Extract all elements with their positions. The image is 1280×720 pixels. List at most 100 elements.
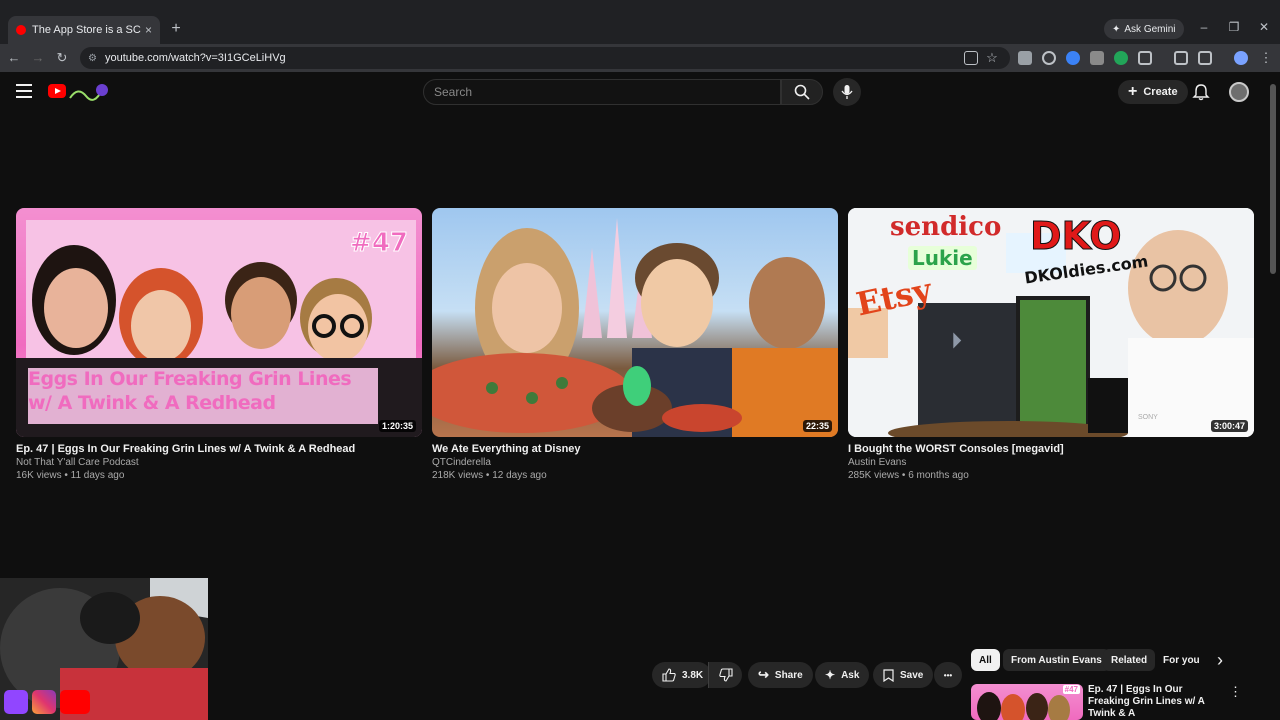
channel-name[interactable]: Not That Y'all Care Podcast bbox=[16, 456, 422, 469]
notifications-bell-icon[interactable] bbox=[1192, 83, 1210, 101]
page-scrollbar[interactable] bbox=[1270, 84, 1276, 274]
search-input[interactable]: Search bbox=[423, 79, 781, 105]
account-avatar[interactable] bbox=[1229, 82, 1249, 102]
reading-list-icon[interactable] bbox=[1174, 51, 1188, 65]
video-metadata: 16K views • 11 days ago bbox=[16, 470, 125, 481]
side-panel-icon[interactable] bbox=[1198, 51, 1212, 65]
like-button[interactable]: 3.8K bbox=[652, 662, 712, 688]
video-card[interactable]: 22:35 We Ate Everything at Disney QTCind… bbox=[432, 208, 838, 482]
thumb-word-lukie: Lukie bbox=[908, 246, 977, 270]
recommended-video-title[interactable]: Ep. 47 | Eggs In Our Freaking Grin Lines… bbox=[1088, 684, 1218, 720]
create-button[interactable]: + Create bbox=[1118, 80, 1188, 104]
video-thumbnail[interactable]: sendico DKO Lukie Etsy DKOldies.com SONY… bbox=[848, 208, 1254, 437]
recommended-video-thumbnail[interactable]: #47 bbox=[971, 684, 1083, 720]
youtube-social-icon bbox=[60, 690, 90, 714]
channel-name[interactable]: QTCinderella bbox=[432, 456, 838, 469]
address-bar[interactable]: ⚙ youtube.com/watch?v=3I1GCeLiHVg bbox=[80, 47, 1010, 69]
tab-close-icon[interactable]: × bbox=[145, 23, 152, 37]
search-placeholder: Search bbox=[434, 85, 473, 99]
chip-related[interactable]: Related bbox=[1103, 649, 1156, 671]
back-arrow-icon[interactable]: ← bbox=[6, 50, 22, 66]
video-duration: 22:35 bbox=[802, 420, 832, 432]
close-window-button[interactable]: ✕ bbox=[1254, 20, 1274, 34]
ask-gemini-button[interactable]: ✦ Ask Gemini bbox=[1104, 19, 1184, 39]
chip-all[interactable]: All bbox=[971, 649, 1000, 671]
like-count: 3.8K bbox=[682, 669, 704, 681]
new-tab-button[interactable]: + bbox=[168, 20, 184, 38]
thumbnail-text-line2: w/ A Twink & A Redhead bbox=[28, 392, 276, 414]
thumbs-up-icon bbox=[662, 668, 676, 682]
recommended-episode-badge: #47 bbox=[1062, 685, 1080, 694]
video-title[interactable]: We Ate Everything at Disney bbox=[432, 443, 838, 456]
youtube-doodle-icon[interactable] bbox=[68, 82, 108, 102]
browser-titlebar: The App Store is a SCAM - You × + ✦ Ask … bbox=[0, 0, 1280, 44]
youtube-header: Search + Create bbox=[0, 72, 1280, 112]
video-title[interactable]: I Bought the WORST Consoles [megavid] bbox=[848, 443, 1254, 456]
video-card[interactable]: #47 Eggs In Our Freaking Grin Lines w/ A… bbox=[16, 208, 422, 482]
social-icons-bar bbox=[4, 690, 90, 714]
recommended-menu-icon[interactable]: ⋮ bbox=[1229, 684, 1242, 700]
share-arrow-icon: ↪ bbox=[758, 667, 769, 682]
video-card[interactable]: sendico DKO Lukie Etsy DKOldies.com SONY… bbox=[848, 208, 1254, 482]
thumbnail-text-line1: Eggs In Our Freaking Grin Lines bbox=[28, 368, 352, 390]
microphone-icon bbox=[841, 85, 853, 99]
video-duration: 3:00:47 bbox=[1210, 420, 1248, 432]
create-label: Create bbox=[1143, 86, 1178, 98]
hamburger-menu-icon[interactable] bbox=[16, 84, 32, 98]
search-icon bbox=[794, 84, 810, 100]
minimize-button[interactable]: – bbox=[1194, 20, 1214, 34]
thumb-word-sony: SONY bbox=[1138, 414, 1158, 421]
video-thumbnail[interactable]: #47 Eggs In Our Freaking Grin Lines w/ A… bbox=[16, 208, 422, 437]
plus-icon: + bbox=[1128, 83, 1138, 100]
save-button[interactable]: Save bbox=[873, 662, 934, 688]
power-icon[interactable] bbox=[1042, 51, 1056, 65]
ask-label: Ask bbox=[841, 669, 860, 681]
maximize-button[interactable]: ❐ bbox=[1224, 20, 1244, 34]
youtube-logo-icon[interactable] bbox=[48, 84, 66, 98]
gemini-sparkle-icon: ✦ bbox=[1112, 23, 1121, 35]
browser-toolbar: ← → ↻ ⚙ youtube.com/watch?v=3I1GCeLiHVg … bbox=[0, 44, 1280, 72]
forward-arrow-icon[interactable]: → bbox=[30, 50, 46, 66]
episode-badge: #47 bbox=[350, 228, 409, 259]
ask-gemini-label: Ask Gemini bbox=[1124, 23, 1176, 35]
browser-tab[interactable]: The App Store is a SCAM - You × bbox=[8, 16, 160, 44]
video-metadata: 218K views • 12 days ago bbox=[432, 470, 547, 481]
site-info-icon[interactable]: ⚙ bbox=[88, 53, 97, 64]
tab-title: The App Store is a SCAM - You bbox=[32, 24, 141, 36]
cast-icon[interactable] bbox=[964, 51, 978, 65]
channel-name[interactable]: Austin Evans bbox=[848, 456, 1254, 469]
dislike-button[interactable] bbox=[708, 662, 742, 688]
twitch-icon bbox=[4, 690, 28, 714]
chips-next-arrow-icon[interactable]: › bbox=[1217, 650, 1223, 670]
extension-gift-icon[interactable] bbox=[1018, 51, 1032, 65]
kebab-menu-icon[interactable]: ⋮ bbox=[1258, 50, 1274, 66]
extension-badge-icon[interactable] bbox=[1114, 51, 1128, 65]
sparkle-icon: ✦ bbox=[825, 668, 836, 682]
bookmark-icon bbox=[883, 668, 894, 682]
thumb-word-dko: DKO bbox=[1030, 214, 1123, 259]
voice-search-button[interactable] bbox=[833, 78, 861, 106]
thumb-word-sendico: sendico bbox=[890, 212, 1002, 242]
save-label: Save bbox=[900, 669, 924, 681]
search-button[interactable] bbox=[781, 79, 823, 105]
chip-for-you[interactable]: For you bbox=[1155, 649, 1208, 671]
youtube-favicon-icon bbox=[16, 25, 26, 35]
video-metadata: 285K views • 6 months ago bbox=[848, 470, 969, 481]
video-thumbnail[interactable]: 22:35 bbox=[432, 208, 838, 437]
reload-icon[interactable]: ↻ bbox=[54, 50, 70, 66]
playstation-logo-icon: ⏵ bbox=[951, 328, 963, 353]
bookmark-star-icon[interactable]: ☆ bbox=[984, 50, 1000, 66]
profile-icon[interactable] bbox=[1234, 51, 1248, 65]
url-text: youtube.com/watch?v=3I1GCeLiHVg bbox=[104, 52, 286, 64]
more-actions-button[interactable]: ••• bbox=[934, 662, 962, 688]
share-label: Share bbox=[774, 669, 803, 681]
share-button[interactable]: ↪ Share bbox=[748, 662, 813, 688]
chip-from-austin-evans[interactable]: From Austin Evans bbox=[1003, 649, 1110, 671]
audio-extension-icon[interactable] bbox=[1066, 51, 1080, 65]
video-title[interactable]: Ep. 47 | Eggs In Our Freaking Grin Lines… bbox=[16, 443, 422, 456]
puzzle-icon[interactable] bbox=[1138, 51, 1152, 65]
more-dots-icon: ••• bbox=[943, 670, 953, 680]
instagram-icon bbox=[32, 690, 56, 714]
ask-button[interactable]: ✦ Ask bbox=[815, 662, 870, 688]
shield-icon[interactable] bbox=[1090, 51, 1104, 65]
